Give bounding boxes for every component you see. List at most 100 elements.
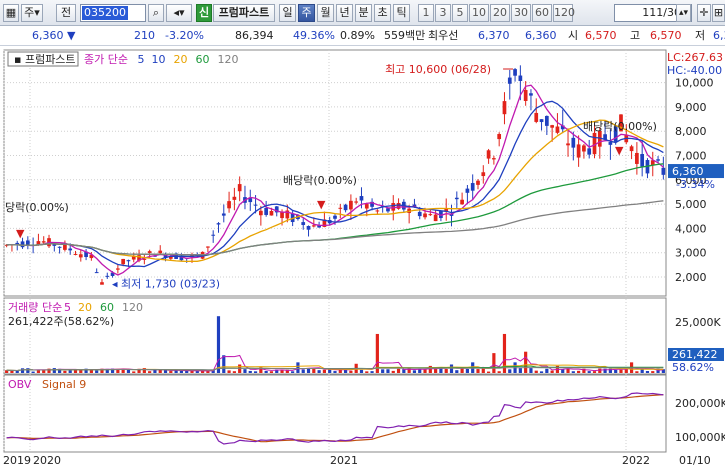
candle-body-10 [57, 246, 62, 248]
volume-bar-31 [169, 371, 173, 373]
new-button[interactable]: 신 [196, 4, 212, 22]
split-icon[interactable]: ⊞ [712, 4, 725, 22]
candle-body-74 [396, 203, 401, 209]
candle-body-50 [269, 211, 274, 216]
stock-chart[interactable]: 2,0003,0004,0005,0006,0007,0008,0009,000… [0, 46, 725, 467]
high-price: 6,570 [650, 29, 682, 42]
volume-bar-103 [550, 370, 554, 373]
period-tab-5[interactable]: 초 [374, 4, 391, 22]
volume-bar-45 [243, 369, 247, 373]
volume-legend-1: 단순 [42, 301, 62, 314]
candle-body-96 [513, 69, 517, 76]
volume-bar-100 [534, 370, 538, 373]
volume-bar-62 [333, 371, 337, 373]
volume-bar-4 [26, 368, 30, 373]
volume-bar-110 [587, 371, 591, 373]
candle-body-57 [306, 226, 311, 230]
crosshair-icon[interactable]: ✛ [697, 4, 711, 22]
volume-bar-81 [434, 368, 438, 373]
interval-button-120[interactable]: 120 [553, 4, 575, 22]
candle-body-7 [41, 241, 46, 243]
volume-bar-30 [163, 370, 168, 373]
candle-body-21 [116, 268, 120, 270]
candle-body-108 [576, 144, 581, 158]
price-tick-label-7: 9,000 [675, 101, 707, 114]
volume-bar-121 [645, 371, 650, 373]
high-label: 고 [630, 29, 641, 42]
dividend-annotation-3: 배당락(0.00%) [583, 120, 657, 133]
obv-legend-0: OBV [8, 378, 32, 391]
volume-bar-17 [95, 370, 99, 373]
view-select-button[interactable]: 전 [56, 4, 76, 22]
volume-bar-55 [296, 362, 300, 373]
price-tick-label-3: 5,000 [675, 198, 707, 211]
price-title: ▪ 프럼파스트 [14, 53, 76, 66]
dividend-annotation-2: 배당락(0.00%) [283, 174, 357, 187]
interval-button-60[interactable]: 60 [532, 4, 552, 22]
candle-body-123 [656, 159, 660, 161]
volume-bar-27 [148, 371, 152, 373]
search-icon[interactable]: ⌕ [148, 4, 164, 22]
period-tab-4[interactable]: 분 [355, 4, 372, 22]
volume-bar-11 [63, 370, 67, 373]
period-tab-6[interactable]: 틱 [393, 4, 410, 22]
interval-button-1[interactable]: 1 [418, 4, 434, 22]
volume-bar-111 [592, 371, 597, 373]
period-tab-0[interactable]: 일 [279, 4, 296, 22]
volume-bar-64 [344, 369, 348, 373]
price-legend-0: 종가 단순 [84, 53, 128, 66]
interval-button-5[interactable]: 5 [452, 4, 468, 22]
open-price: 6,570 [585, 29, 617, 42]
volume-bar-119 [635, 371, 639, 373]
interval-button-10[interactable]: 10 [469, 4, 489, 22]
candle-body-101 [539, 119, 544, 123]
candle-body-107 [571, 137, 576, 148]
volume-bar-60 [322, 369, 326, 373]
candle-body-119 [635, 152, 639, 164]
volume-bar-72 [386, 369, 390, 373]
volume-bar-69 [370, 371, 374, 373]
candle-body-43 [232, 196, 237, 200]
candle-body-42 [227, 201, 231, 209]
price-panel [3, 49, 667, 297]
candle-body-13 [73, 253, 78, 255]
candle-body-92 [492, 158, 496, 160]
interval-button-30[interactable]: 30 [511, 4, 531, 22]
dividend-arrow-1: ▼ [16, 227, 25, 240]
period-tab-2[interactable]: 월 [317, 4, 334, 22]
period-tab-3[interactable]: 년 [336, 4, 353, 22]
candle-body-87 [465, 188, 470, 193]
change-pct: -3.20% [165, 29, 204, 42]
market-label: 주 [24, 6, 35, 19]
period-tab-1[interactable]: 주 [298, 4, 315, 22]
candle-body-48 [259, 210, 263, 216]
volume-bar-86 [460, 368, 464, 373]
volume-bar-92 [492, 353, 496, 373]
volume-bar-74 [396, 368, 401, 373]
candle-body-58 [311, 225, 316, 227]
candle-body-102 [544, 115, 549, 126]
volume-bar-115 [614, 369, 618, 373]
interval-button-3[interactable]: 3 [435, 4, 451, 22]
candle-body-41 [221, 213, 226, 216]
candle-body-81 [433, 214, 438, 222]
best-bid: 6,360 [525, 29, 557, 42]
open-label: 시 [568, 29, 579, 42]
grid-menu-icon[interactable]: ▦ [3, 4, 19, 22]
candle-body-72 [386, 208, 390, 212]
price-tick-label-8: 10,000 [675, 77, 714, 90]
page-stepper-icon[interactable]: ▴▾ [676, 4, 691, 22]
interval-button-20[interactable]: 20 [490, 4, 510, 22]
market-select[interactable]: 주▾ [21, 4, 43, 22]
candle-body-65 [349, 200, 353, 210]
stock-code-input[interactable]: 035200 [80, 4, 146, 22]
dividend-arrow-2: ▼ [317, 198, 326, 211]
candle-body-109 [582, 145, 586, 152]
candle-body-62 [333, 215, 337, 219]
candle-body-40 [216, 223, 221, 225]
volume-bar-41 [222, 355, 226, 373]
audio-icon[interactable]: ◂▾ [166, 4, 192, 22]
volume-bar-95 [508, 369, 512, 373]
low-label: 저 [695, 29, 706, 42]
quote-info-bar: 6,360 ▼ 210 -3.20% 86,394 49.36% 0.89% 5… [0, 26, 725, 46]
